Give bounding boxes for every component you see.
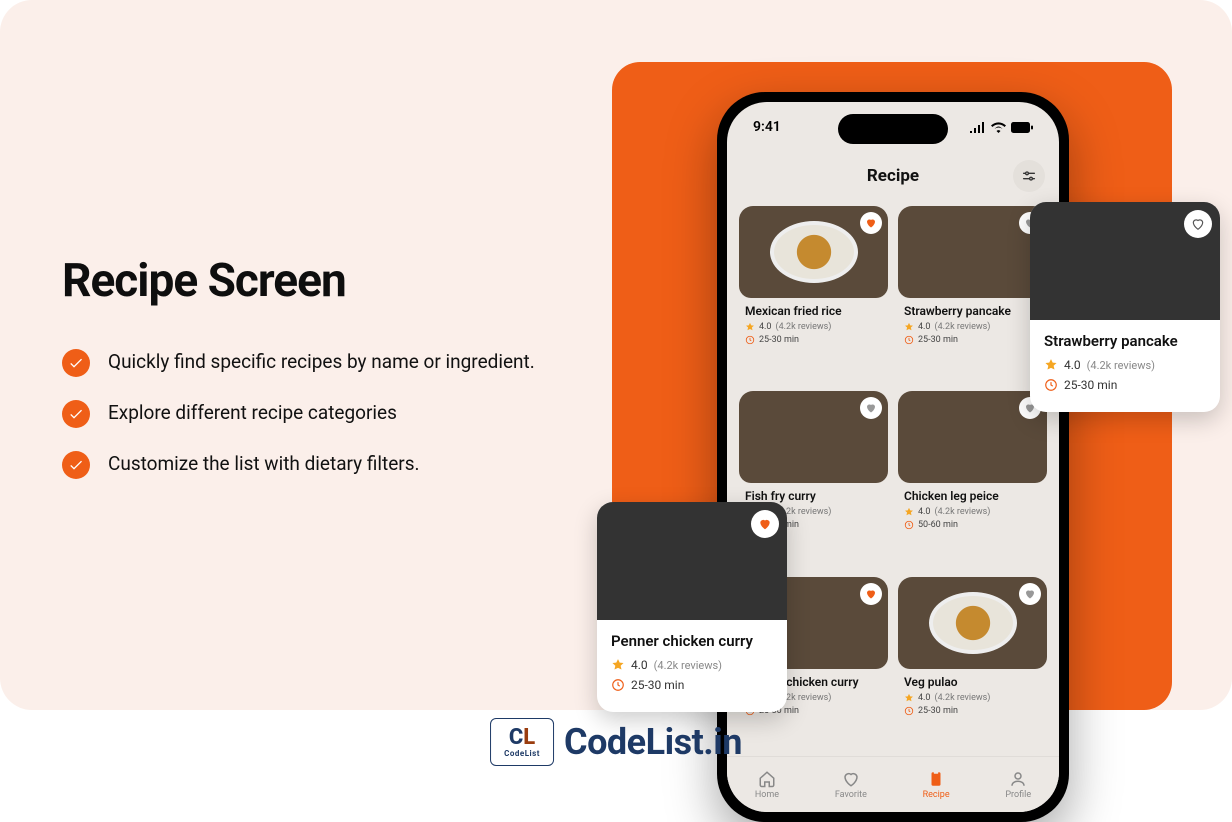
star-icon [904, 322, 914, 332]
recipe-card[interactable]: Mexican fried rice 4.0(4.2k reviews) 25-… [739, 206, 888, 381]
marketing-copy: Recipe Screen Quickly find specific reci… [62, 254, 542, 501]
feature-item: Quickly find specific recipes by name or… [62, 348, 542, 377]
feature-text: Explore different recipe categories [108, 399, 397, 427]
clock-icon [611, 678, 625, 692]
clipboard-icon [927, 770, 945, 788]
recipe-name: Penner chicken curry [611, 632, 773, 650]
star-icon [1044, 358, 1058, 372]
hero-panel: Recipe Screen Quickly find specific reci… [0, 0, 1232, 710]
page-title: Recipe Screen [62, 254, 542, 308]
recipe-card[interactable]: Strawberry pancake 4.0(4.2k reviews) 25-… [898, 206, 1047, 381]
favorite-toggle[interactable] [860, 212, 882, 234]
heart-icon [842, 770, 860, 788]
filter-button[interactable] [1013, 160, 1045, 192]
recipe-name: Chicken leg peice [904, 489, 1041, 503]
feature-list: Quickly find specific recipes by name or… [62, 348, 542, 479]
clock-icon [904, 706, 914, 716]
battery-icon [1011, 122, 1033, 133]
favorite-toggle[interactable] [860, 583, 882, 605]
phone-notch [838, 114, 948, 144]
sliders-icon [1021, 168, 1037, 184]
feature-text: Customize the list with dietary filters. [108, 450, 420, 478]
phone-mockup: 9:41 Recipe [717, 92, 1069, 822]
recipe-card[interactable]: Chicken leg peice 4.0(4.2k reviews) 50-6… [898, 391, 1047, 566]
favorite-toggle[interactable] [751, 510, 779, 538]
recipe-card[interactable]: Veg pulao 4.0(4.2k reviews) 25-30 min [898, 577, 1047, 752]
user-icon [1009, 770, 1027, 788]
clock-icon [1044, 378, 1058, 392]
status-icons [970, 122, 1033, 133]
star-icon [611, 658, 625, 672]
nav-profile[interactable]: Profile [1005, 770, 1031, 800]
screen-title: Recipe [867, 166, 919, 186]
app-header: Recipe [727, 154, 1059, 198]
signal-icon [970, 122, 986, 133]
recipe-name: Strawberry pancake [1044, 332, 1206, 350]
brand-footer: CL CodeList CodeList.in [490, 718, 742, 766]
star-icon [745, 322, 755, 332]
home-icon [758, 770, 776, 788]
nav-recipe[interactable]: Recipe [923, 770, 950, 800]
status-time: 9:41 [753, 119, 781, 135]
recipe-name: Strawberry pancake [904, 304, 1041, 318]
brand-logo: CL CodeList [490, 718, 554, 766]
nav-home[interactable]: Home [755, 770, 779, 800]
check-icon [62, 349, 90, 377]
highlight-card-top[interactable]: Strawberry pancake 4.0(4.2k reviews) 25-… [1030, 202, 1220, 412]
brand-name: CodeList.in [564, 721, 742, 763]
feature-item: Explore different recipe categories [62, 399, 542, 428]
favorite-toggle[interactable] [1019, 583, 1041, 605]
clock-icon [745, 335, 755, 345]
favorite-toggle[interactable] [1184, 210, 1212, 238]
star-icon [904, 693, 914, 703]
highlight-card-bottom[interactable]: Penner chicken curry 4.0(4.2k reviews) 2… [597, 502, 787, 712]
recipe-name: Mexican fried rice [745, 304, 882, 318]
nav-favorite[interactable]: Favorite [835, 770, 867, 800]
check-icon [62, 400, 90, 428]
recipe-name: Veg pulao [904, 675, 1041, 689]
clock-icon [904, 520, 914, 530]
feature-text: Quickly find specific recipes by name or… [108, 348, 535, 376]
device-showcase: 9:41 Recipe [612, 62, 1172, 710]
star-icon [904, 507, 914, 517]
bottom-nav: Home Favorite Recipe Profile [727, 756, 1059, 812]
clock-icon [904, 335, 914, 345]
wifi-icon [991, 122, 1006, 133]
feature-item: Customize the list with dietary filters. [62, 450, 542, 479]
check-icon [62, 451, 90, 479]
